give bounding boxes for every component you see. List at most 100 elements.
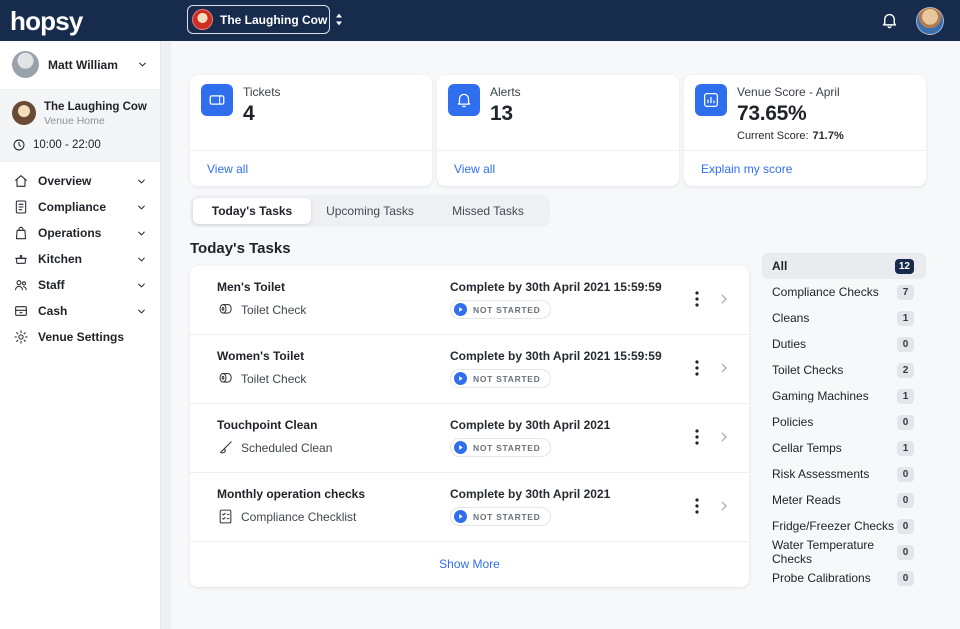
task-tabs: Today's Tasks Upcoming Tasks Missed Task…	[190, 195, 550, 227]
category-toilet-checks[interactable]: Toilet Checks 2	[762, 357, 926, 383]
task-row-womens-toilet[interactable]: Women's Toilet Toilet Check Complete by …	[190, 335, 749, 404]
sidebar-item-label: Operations	[38, 226, 101, 240]
tab-upcoming-tasks[interactable]: Upcoming Tasks	[311, 198, 429, 224]
card-label: Alerts	[490, 84, 521, 99]
view-all-alerts-link[interactable]: View all	[454, 162, 495, 176]
sidebar-item-venue-settings[interactable]: Venue Settings	[0, 324, 160, 350]
clock-icon	[12, 138, 26, 152]
category-probe-calibrations[interactable]: Probe Calibrations 0	[762, 565, 926, 591]
venue-hours-text: 10:00 - 22:00	[33, 139, 101, 151]
task-menu-button[interactable]	[691, 496, 703, 516]
sidebar-item-cash[interactable]: Cash	[0, 298, 160, 324]
category-count-badge: 0	[897, 519, 914, 534]
sidebar-item-kitchen[interactable]: Kitchen	[0, 246, 160, 272]
status-badge: NOT STARTED	[450, 438, 551, 457]
category-cellar-temps[interactable]: Cellar Temps 1	[762, 435, 926, 461]
show-more-link[interactable]: Show More	[439, 557, 500, 571]
sidebar-item-label: Overview	[38, 174, 91, 188]
sidebar-item-label: Compliance	[38, 200, 106, 214]
sort-arrows-icon	[334, 12, 344, 27]
notifications-button[interactable]	[880, 11, 899, 30]
open-task-button[interactable]	[717, 430, 731, 444]
task-type: Toilet Check	[241, 303, 306, 317]
ticket-icon	[201, 84, 233, 116]
task-due: Complete by 30th April 2021 15:59:59	[450, 349, 691, 363]
task-menu-button[interactable]	[691, 358, 703, 378]
status-play-icon	[454, 303, 467, 316]
open-task-button[interactable]	[717, 499, 731, 513]
status-badge: NOT STARTED	[450, 300, 551, 319]
category-count-badge: 7	[897, 285, 914, 300]
toilet-roll-icon	[217, 370, 234, 387]
category-count-badge: 0	[897, 571, 914, 586]
open-task-button[interactable]	[717, 292, 731, 306]
venue-selector[interactable]: The Laughing Cow	[187, 5, 330, 34]
open-task-button[interactable]	[717, 361, 731, 375]
user-menu[interactable]: Matt William	[0, 41, 160, 89]
explain-score-link[interactable]: Explain my score	[701, 162, 792, 176]
cash-drawer-icon	[13, 303, 29, 319]
task-menu-button[interactable]	[691, 427, 703, 447]
alerts-card: Alerts 13 View all	[437, 75, 679, 186]
category-count-badge: 1	[897, 441, 914, 456]
user-avatar[interactable]	[916, 7, 944, 35]
task-row-touchpoint-clean[interactable]: Touchpoint Clean Scheduled Clean Complet…	[190, 404, 749, 473]
category-compliance-checks[interactable]: Compliance Checks 7	[762, 279, 926, 305]
venue-home-link[interactable]: The Laughing Cow Venue Home	[0, 97, 160, 131]
sidebar-item-label: Staff	[38, 278, 65, 292]
category-risk-assessments[interactable]: Risk Assessments 0	[762, 461, 926, 487]
sidebar-item-overview[interactable]: Overview	[0, 168, 160, 194]
category-cleans[interactable]: Cleans 1	[762, 305, 926, 331]
chevron-down-icon	[136, 254, 147, 265]
task-menu-button[interactable]	[691, 289, 703, 309]
chevron-down-icon	[136, 280, 147, 291]
category-water-temperature-checks[interactable]: Water Temperature Checks 0	[762, 539, 926, 565]
category-count-badge: 1	[897, 311, 914, 326]
task-title: Touchpoint Clean	[217, 418, 450, 432]
sidebar-nav: Overview Compliance Operations	[0, 162, 160, 350]
category-count-badge: 0	[897, 467, 914, 482]
venue-hours: 10:00 - 22:00	[0, 131, 160, 154]
avatar	[12, 51, 39, 78]
sidebar-item-compliance[interactable]: Compliance	[0, 194, 160, 220]
tab-todays-tasks[interactable]: Today's Tasks	[193, 198, 311, 224]
status-play-icon	[454, 441, 467, 454]
current-score: Current Score:71.7%	[737, 130, 844, 142]
category-count-badge: 0	[897, 337, 914, 352]
status-badge: NOT STARTED	[450, 507, 551, 526]
category-label: Policies	[772, 415, 813, 429]
task-list: Men's Toilet Toilet Check Complete by 30…	[190, 266, 749, 587]
category-label: Compliance Checks	[772, 285, 879, 299]
sidebar-item-operations[interactable]: Operations	[0, 220, 160, 246]
category-gaming-machines[interactable]: Gaming Machines 1	[762, 383, 926, 409]
broom-icon	[217, 439, 234, 456]
view-all-tickets-link[interactable]: View all	[207, 162, 248, 176]
top-bar: hopsy The Laughing Cow	[0, 0, 960, 41]
category-duties[interactable]: Duties 0	[762, 331, 926, 357]
category-fridge-freezer-checks[interactable]: Fridge/Freezer Checks 0	[762, 513, 926, 539]
task-row-monthly-operation-checks[interactable]: Monthly operation checks Compliance Chec…	[190, 473, 749, 542]
gear-icon	[13, 329, 29, 345]
status-badge: NOT STARTED	[450, 369, 551, 388]
content-scrollbar[interactable]	[161, 41, 171, 629]
status-play-icon	[454, 372, 467, 385]
status-play-icon	[454, 510, 467, 523]
sidebar-item-staff[interactable]: Staff	[0, 272, 160, 298]
current-score-value: 71.7%	[813, 130, 844, 142]
tab-missed-tasks[interactable]: Missed Tasks	[429, 198, 547, 224]
tickets-card: Tickets 4 View all	[190, 75, 432, 186]
category-meter-reads[interactable]: Meter Reads 0	[762, 487, 926, 513]
bell-icon	[448, 84, 480, 116]
task-type: Scheduled Clean	[241, 441, 332, 455]
venue-selector-label: The Laughing Cow	[220, 13, 327, 27]
venue-score-card: Venue Score - April 73.65% Current Score…	[684, 75, 926, 186]
venue-score-value: 73.65%	[737, 102, 844, 126]
category-all[interactable]: All 12	[762, 253, 926, 279]
user-name: Matt William	[48, 58, 118, 72]
sidebar-item-label: Venue Settings	[38, 330, 124, 344]
pot-icon	[13, 251, 29, 267]
checklist-icon	[217, 508, 234, 525]
category-policies[interactable]: Policies 0	[762, 409, 926, 435]
people-icon	[13, 277, 29, 293]
task-row-mens-toilet[interactable]: Men's Toilet Toilet Check Complete by 30…	[190, 266, 749, 335]
